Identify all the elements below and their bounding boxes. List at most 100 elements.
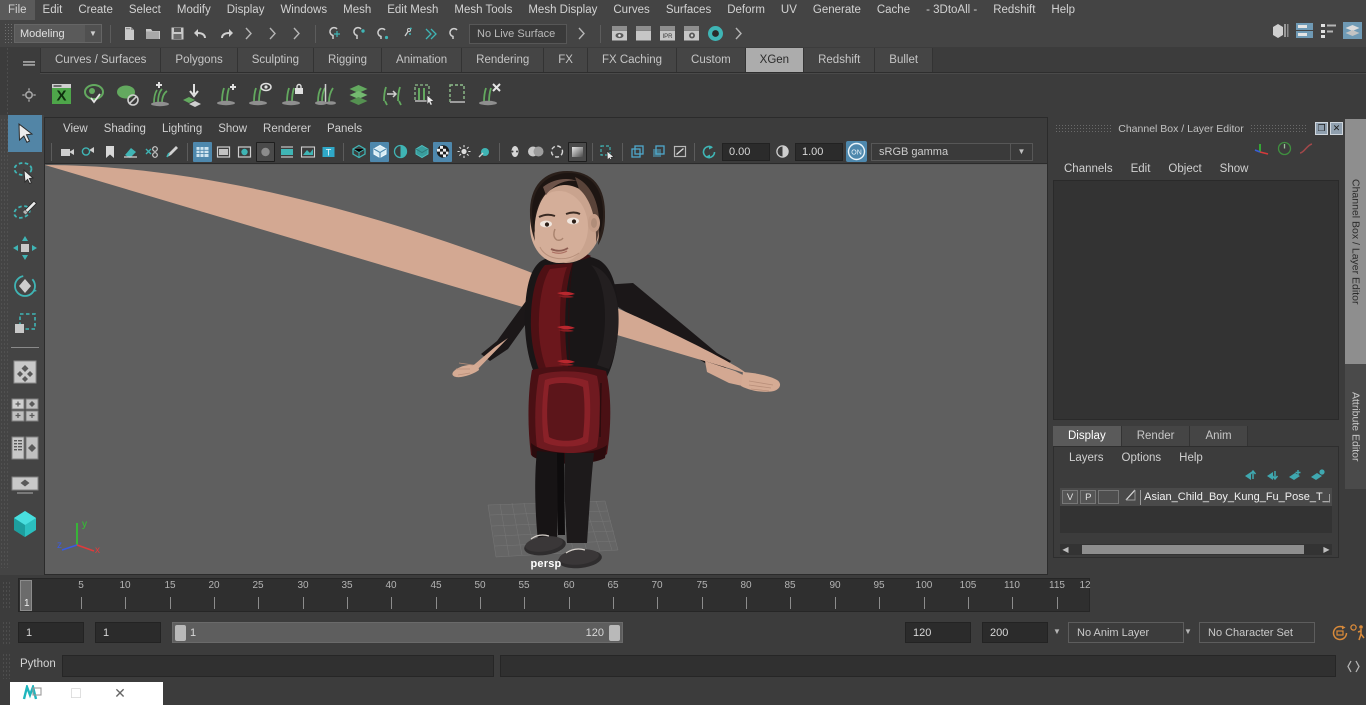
image-plane-icon[interactable] (121, 142, 140, 162)
rotate-tool[interactable] (8, 267, 42, 304)
xgen-preview-icon[interactable] (79, 78, 110, 112)
shelf-tab-curves-surfaces[interactable]: Curves / Surfaces (40, 48, 162, 72)
layer-name[interactable]: Asian_Child_Boy_Kung_Fu_Pose_T_po (1144, 491, 1330, 503)
channel-box-menu-show[interactable]: Show (1211, 163, 1258, 175)
grease-pencil-icon[interactable] (163, 142, 182, 162)
shelf-tab-xgen[interactable]: XGen (745, 48, 805, 72)
smooth-shade-all-icon[interactable] (214, 142, 233, 162)
xray-active-components-icon[interactable] (391, 142, 410, 162)
playback-range-bar[interactable]: 1 120 (172, 622, 623, 643)
character-set-chevron-icon[interactable]: ▼ (1184, 627, 1192, 636)
close-window-button[interactable]: ✕ (98, 685, 142, 702)
layer-tab-render[interactable]: Render (1121, 426, 1191, 446)
range-start-time-field[interactable]: 1 (95, 622, 161, 643)
toolbox-grip[interactable] (0, 118, 8, 568)
persp-outliner-layout[interactable] (8, 429, 42, 466)
gamma-icon[interactable] (773, 142, 792, 162)
panel-drag-dots-right[interactable] (1249, 124, 1307, 133)
two-d-pan-zoom-icon[interactable] (142, 142, 161, 162)
range-start-handle[interactable] (175, 624, 186, 641)
expand-render-tools-icon[interactable] (728, 23, 750, 45)
anti-alias-icon[interactable] (526, 142, 545, 162)
status-line-grip[interactable] (4, 22, 12, 45)
shelf-settings-gear-icon[interactable] (22, 88, 36, 107)
menu-item-select[interactable]: Select (121, 0, 169, 20)
menu-item-curves[interactable]: Curves (605, 0, 657, 20)
use-all-lights-icon[interactable] (277, 142, 296, 162)
xgen-add-guides-icon[interactable] (145, 78, 176, 112)
channel-curve-icon[interactable] (1295, 141, 1317, 156)
menu-item-cache[interactable]: Cache (869, 0, 918, 20)
menu-item-edit[interactable]: Edit (35, 0, 71, 20)
viewport-menu-view[interactable]: View (55, 123, 96, 135)
time-slider-grip[interactable] (2, 581, 10, 609)
render-settings-icon[interactable] (680, 23, 702, 45)
menu-item-create[interactable]: Create (70, 0, 121, 20)
viewport-gradient-icon[interactable] (568, 141, 587, 162)
menu-item-help[interactable]: Help (1043, 0, 1083, 20)
menu-item-deform[interactable]: Deform (719, 0, 773, 20)
smooth-shade-selected-icon[interactable] (235, 142, 254, 162)
channel-speed-icon[interactable] (1273, 141, 1295, 156)
exposure-field[interactable]: 0.00 (722, 142, 770, 161)
channel-box-menu-edit[interactable]: Edit (1122, 163, 1160, 175)
range-end-time-field[interactable]: 120 (905, 622, 971, 643)
new-scene-button[interactable] (118, 23, 140, 45)
maya-icon[interactable] (10, 685, 54, 702)
shelf-tab-custom[interactable]: Custom (677, 48, 746, 72)
viewport-menu-shading[interactable]: Shading (96, 123, 154, 135)
viewport-3d-canvas[interactable]: y x z persp (45, 165, 1047, 574)
add-selected-to-isolation-icon[interactable] (649, 142, 668, 162)
select-camera-icon[interactable] (58, 142, 77, 162)
snap-to-grid-icon[interactable] (323, 23, 345, 45)
snap-to-projected-center-icon[interactable] (395, 23, 417, 45)
auto-keyframe-icon[interactable] (1331, 624, 1349, 647)
make-live-icon[interactable] (443, 23, 465, 45)
move-layer-down-icon[interactable] (1266, 469, 1282, 487)
script-editor-icon[interactable] (1344, 657, 1362, 675)
gamma-field[interactable]: 1.00 (795, 142, 843, 161)
xgen-transfer-icon[interactable] (376, 78, 407, 112)
shelf-tab-bullet[interactable]: Bullet (875, 48, 934, 72)
refresh-viewport-icon[interactable] (700, 142, 719, 162)
xgen-seed-icon[interactable] (112, 78, 143, 112)
gpu-cache-icon[interactable] (475, 142, 494, 162)
menu-item-display[interactable]: Display (219, 0, 273, 20)
shelf-tab-menu-icon[interactable] (22, 55, 36, 73)
channel-box-menu-object[interactable]: Object (1159, 163, 1210, 175)
snap-to-view-plane-icon[interactable] (419, 23, 441, 45)
animation-start-time-field[interactable]: 1 (18, 622, 84, 643)
xgen-import-icon[interactable] (178, 78, 209, 112)
menu-item-mesh-display[interactable]: Mesh Display (520, 0, 605, 20)
viewport-menu-renderer[interactable]: Renderer (255, 123, 319, 135)
menu-item-uv[interactable]: UV (773, 0, 805, 20)
render-current-frame-icon[interactable] (608, 23, 630, 45)
command-input[interactable] (62, 655, 494, 677)
lasso-select-tool[interactable] (8, 153, 42, 190)
paint-select-tool[interactable] (8, 191, 42, 228)
render-sequence-icon[interactable] (632, 23, 654, 45)
layer-playback-toggle[interactable]: P (1080, 490, 1097, 504)
wireframe-shading-icon[interactable] (193, 141, 212, 162)
xgen-show-guides-icon[interactable] (244, 78, 275, 112)
create-empty-layer-icon[interactable] (1288, 469, 1304, 487)
bookmark-icon[interactable] (100, 142, 119, 162)
channel-box-menu-channels[interactable]: Channels (1055, 163, 1122, 175)
shadows-icon[interactable] (298, 142, 317, 162)
hardware-texturing-icon[interactable] (256, 141, 275, 162)
shelf-tab-redshift[interactable]: Redshift (804, 48, 876, 72)
hypershade-layout[interactable] (8, 505, 42, 542)
layer-menu-options[interactable]: Options (1113, 452, 1171, 464)
menu-set-selector[interactable]: Modeling ▼ (14, 24, 102, 43)
open-scene-button[interactable] (142, 23, 164, 45)
anim-layer-chevron-icon[interactable]: ▼ (1053, 627, 1061, 636)
animation-preferences-icon[interactable] (1350, 624, 1366, 647)
scroll-left-arrow-icon[interactable]: ◀ (1060, 545, 1071, 554)
shelf-tab-animation[interactable]: Animation (382, 48, 463, 72)
scrollbar-thumb[interactable] (1082, 545, 1304, 554)
color-space-dropdown-chevron-icon[interactable]: ▼ (1011, 142, 1033, 161)
selection-mode-hierarchy-icon[interactable] (238, 23, 260, 45)
undo-button[interactable] (190, 23, 212, 45)
last-tool-used[interactable] (8, 353, 42, 390)
xgen-region-icon[interactable] (442, 78, 473, 112)
